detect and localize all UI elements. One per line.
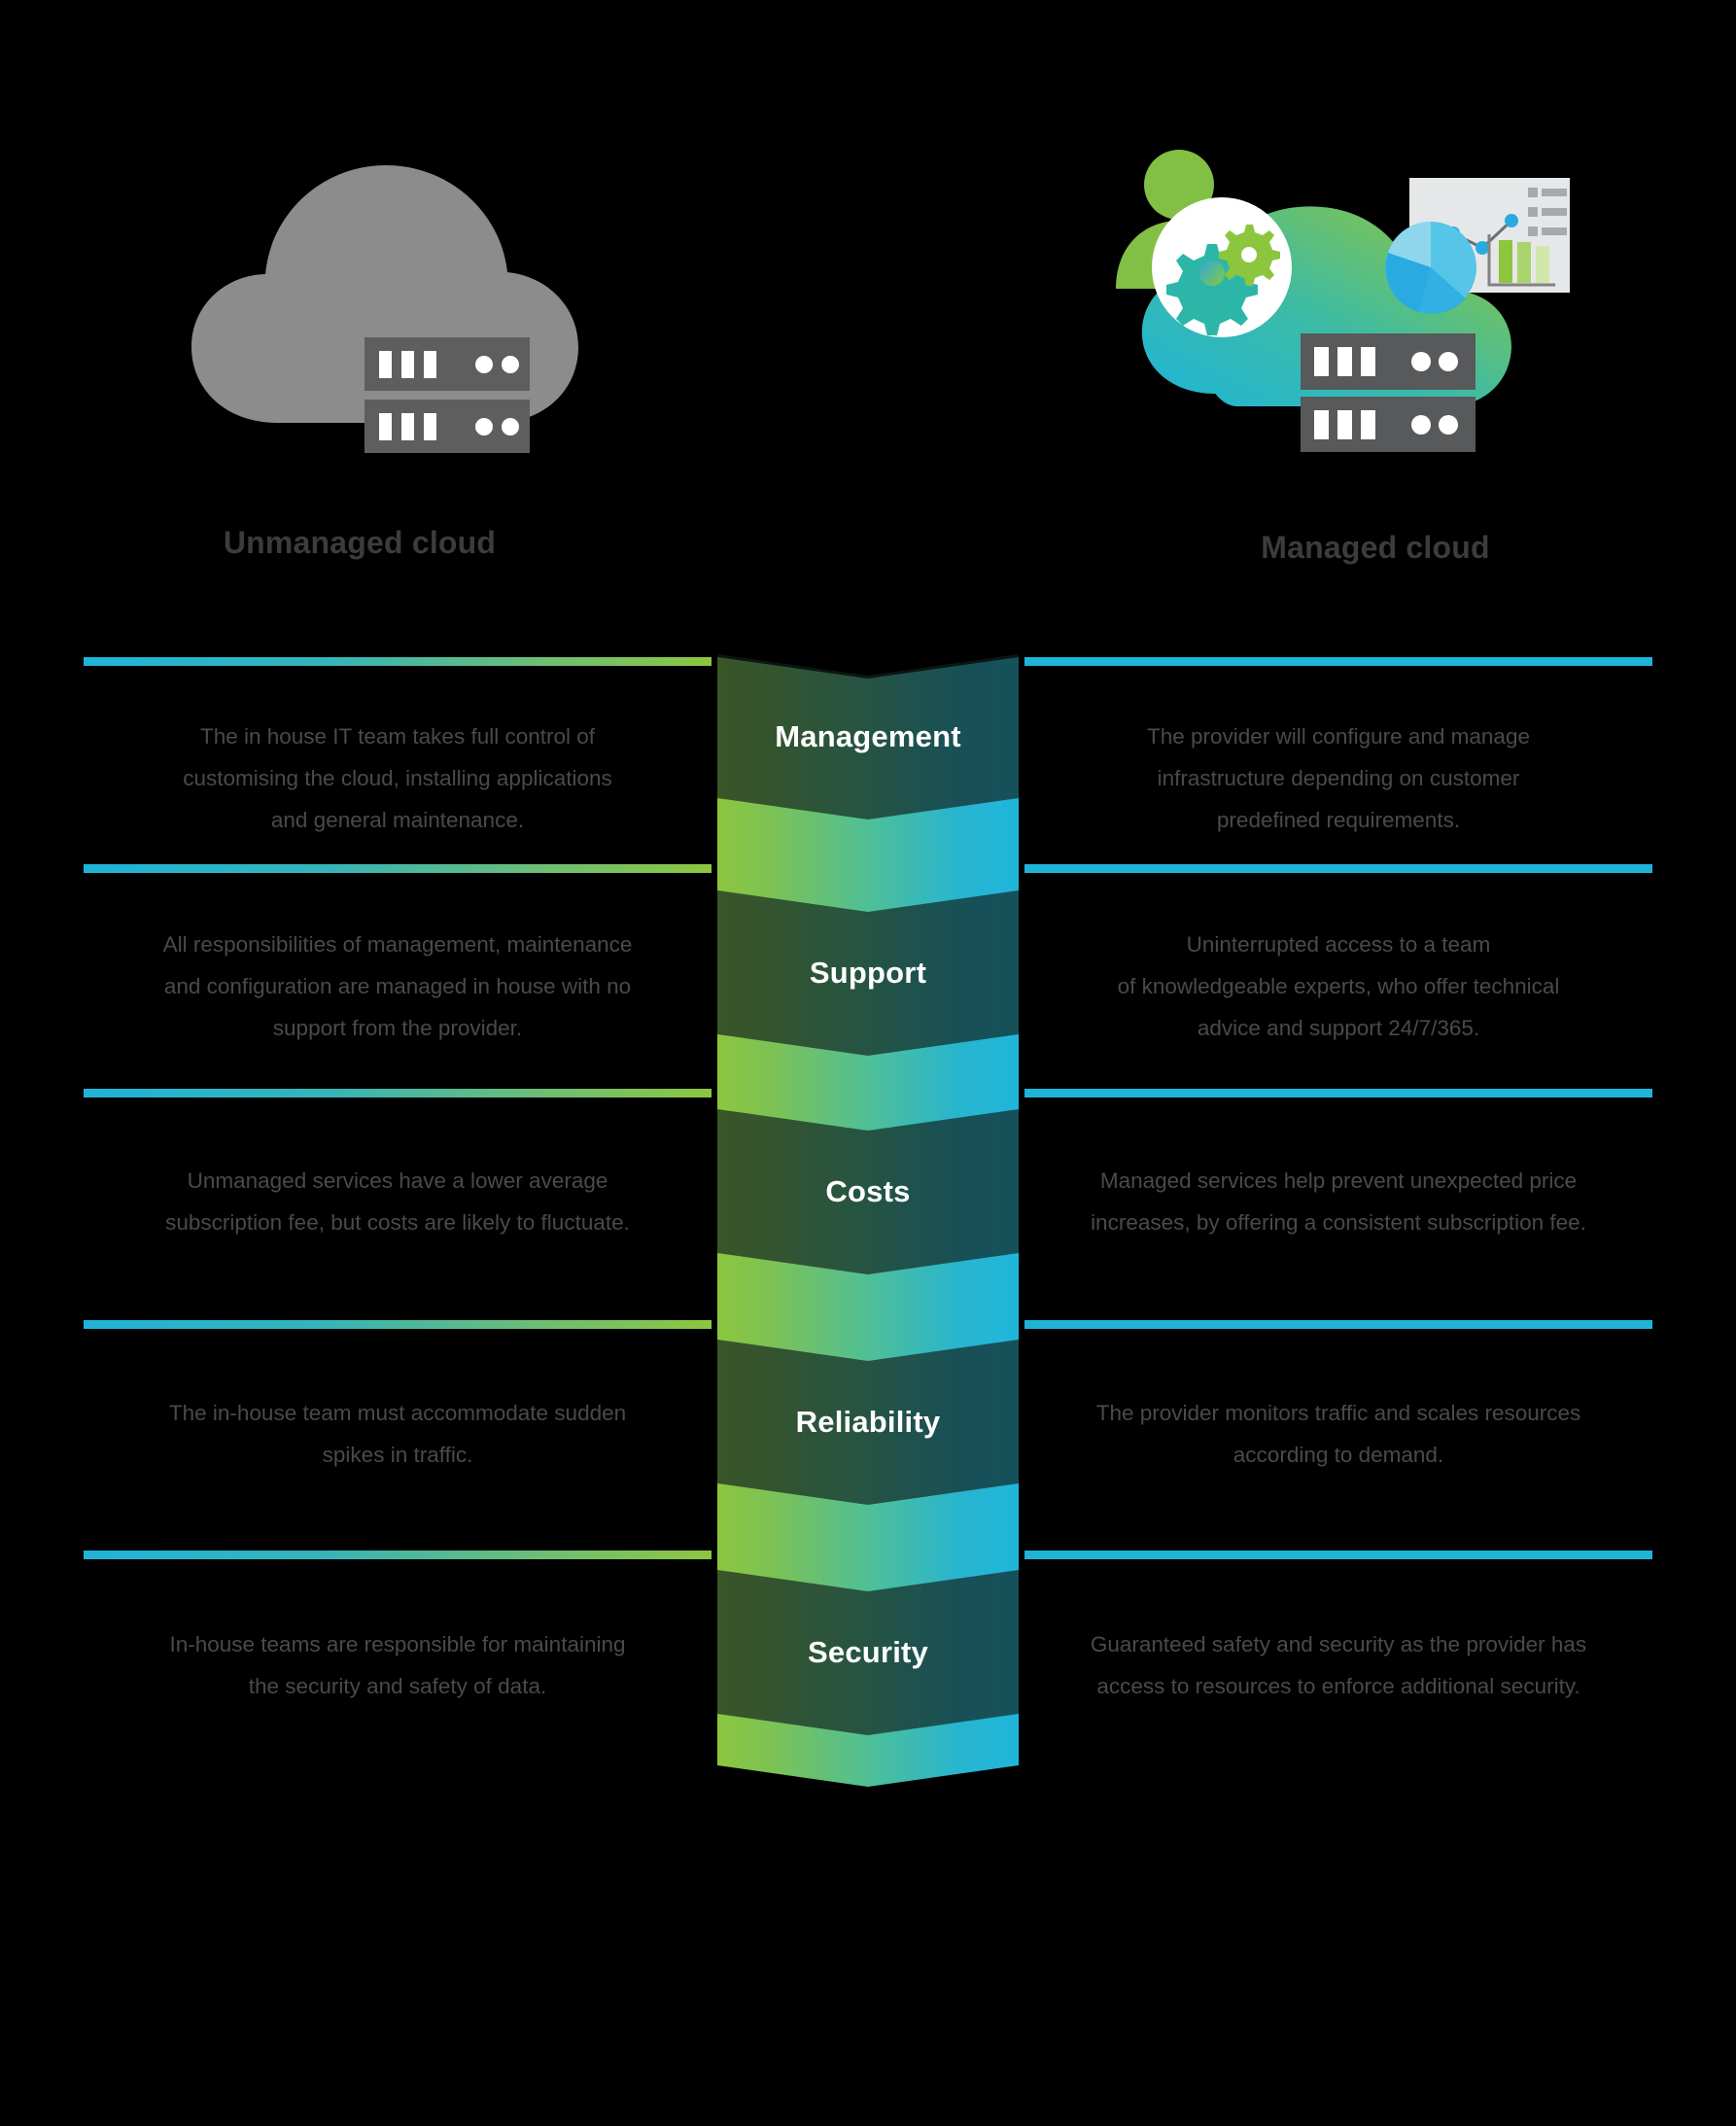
icon-row [0,0,1736,486]
cell-line: Unmanaged services have a lower average [187,1168,608,1193]
category-chevron-support[interactable]: Support [717,890,1019,1056]
unmanaged-cell: In-house teams are responsible for maint… [84,1623,712,1707]
managed-cloud-icon [1116,150,1570,452]
category-chevron-costs[interactable]: Costs [717,1109,1019,1274]
category-chevron-management[interactable]: Management [717,654,1019,819]
row-divider-right [1024,1320,1652,1329]
cell-line: The in-house team must accommodate sudde… [168,1401,627,1425]
unmanaged-cloud-icon [191,165,578,453]
row-divider-right [1024,864,1652,873]
category-label: Management [775,719,961,753]
category-chevron-security[interactable]: Security [717,1570,1019,1735]
row-divider-left [84,1320,712,1329]
cell-line: The provider will configure and manage [1147,724,1530,749]
cell-line: support from the provider. [272,1016,523,1040]
row-divider-left [84,864,712,873]
row-divider-right [1024,657,1652,666]
pie-chart-icon [1385,222,1476,314]
unmanaged-cell: Unmanaged services have a lower average s… [84,1160,712,1243]
infographic-canvas: Unmanaged cloud Managed cloud Management… [0,0,1736,2126]
row-divider-left [84,1089,712,1098]
category-label: Support [809,956,927,990]
row-divider-left [84,657,712,666]
managed-cell: The provider will configure and manage in… [1024,715,1652,841]
cell-line: increases, by offering a consistent subs… [1091,1210,1586,1235]
cell-line: infrastructure depending on customer [1157,766,1520,790]
unmanaged-cell: The in-house team must accommodate sudde… [84,1392,712,1476]
cell-line: and configuration are managed in house w… [163,974,632,998]
managed-cell: The provider monitors traffic and scales… [1024,1392,1652,1476]
cell-line: access to resources to enforce additiona… [1096,1674,1580,1698]
cell-line: Uninterrupted access to a team [1186,932,1491,957]
cell-line: customising the cloud, installing applic… [183,766,612,790]
cell-line: according to demand. [1233,1443,1444,1467]
cell-line: of knowledgeable experts, who offer tech… [1117,974,1560,998]
cell-line: predefined requirements. [1216,808,1461,832]
server-unit-top [365,337,530,391]
server-unit-top [1301,333,1476,390]
category-label: Security [808,1635,928,1669]
cell-line: advice and support 24/7/365. [1197,1016,1480,1040]
cell-line: Managed services help prevent unexpected… [1099,1168,1578,1193]
cell-line: the security and safety of data. [248,1674,547,1698]
cell-line: The provider monitors traffic and scales… [1095,1401,1581,1425]
cell-line: All responsibilities of management, main… [162,932,633,957]
cell-line: spikes in traffic. [322,1443,473,1467]
category-label: Costs [825,1174,911,1208]
category-chevron-column: Management Support Costs Reliability Securit… [717,654,1019,1787]
managed-cell: Managed services help prevent unexpected… [1024,1160,1652,1243]
unmanaged-cell: The in house IT team takes full control … [84,715,712,841]
managed-cell: Uninterrupted access to a team of knowled… [1024,924,1652,1049]
row-divider-right [1024,1551,1652,1559]
gear-icon [1152,197,1292,337]
category-chevron-reliability[interactable]: Reliability [717,1340,1019,1505]
cell-line: Guaranteed safety and security as the pr… [1090,1632,1587,1656]
row-divider-left [84,1551,712,1559]
cell-line: The in house IT team takes full control … [199,724,596,749]
row-divider-right [1024,1089,1652,1098]
managed-cell: Guaranteed safety and security as the pr… [1024,1623,1652,1707]
managed-cloud-heading: Managed cloud [1261,530,1490,565]
category-label: Reliability [795,1405,941,1439]
server-unit-bottom [1301,397,1476,452]
unmanaged-cell: All responsibilities of management, main… [84,924,712,1049]
cell-line: subscription fee, but costs are likely t… [165,1210,630,1235]
server-unit-bottom [365,400,530,453]
unmanaged-cloud-heading: Unmanaged cloud [223,525,497,560]
cell-line: In-house teams are responsible for maint… [169,1632,626,1656]
cell-line: and general maintenance. [270,808,525,832]
